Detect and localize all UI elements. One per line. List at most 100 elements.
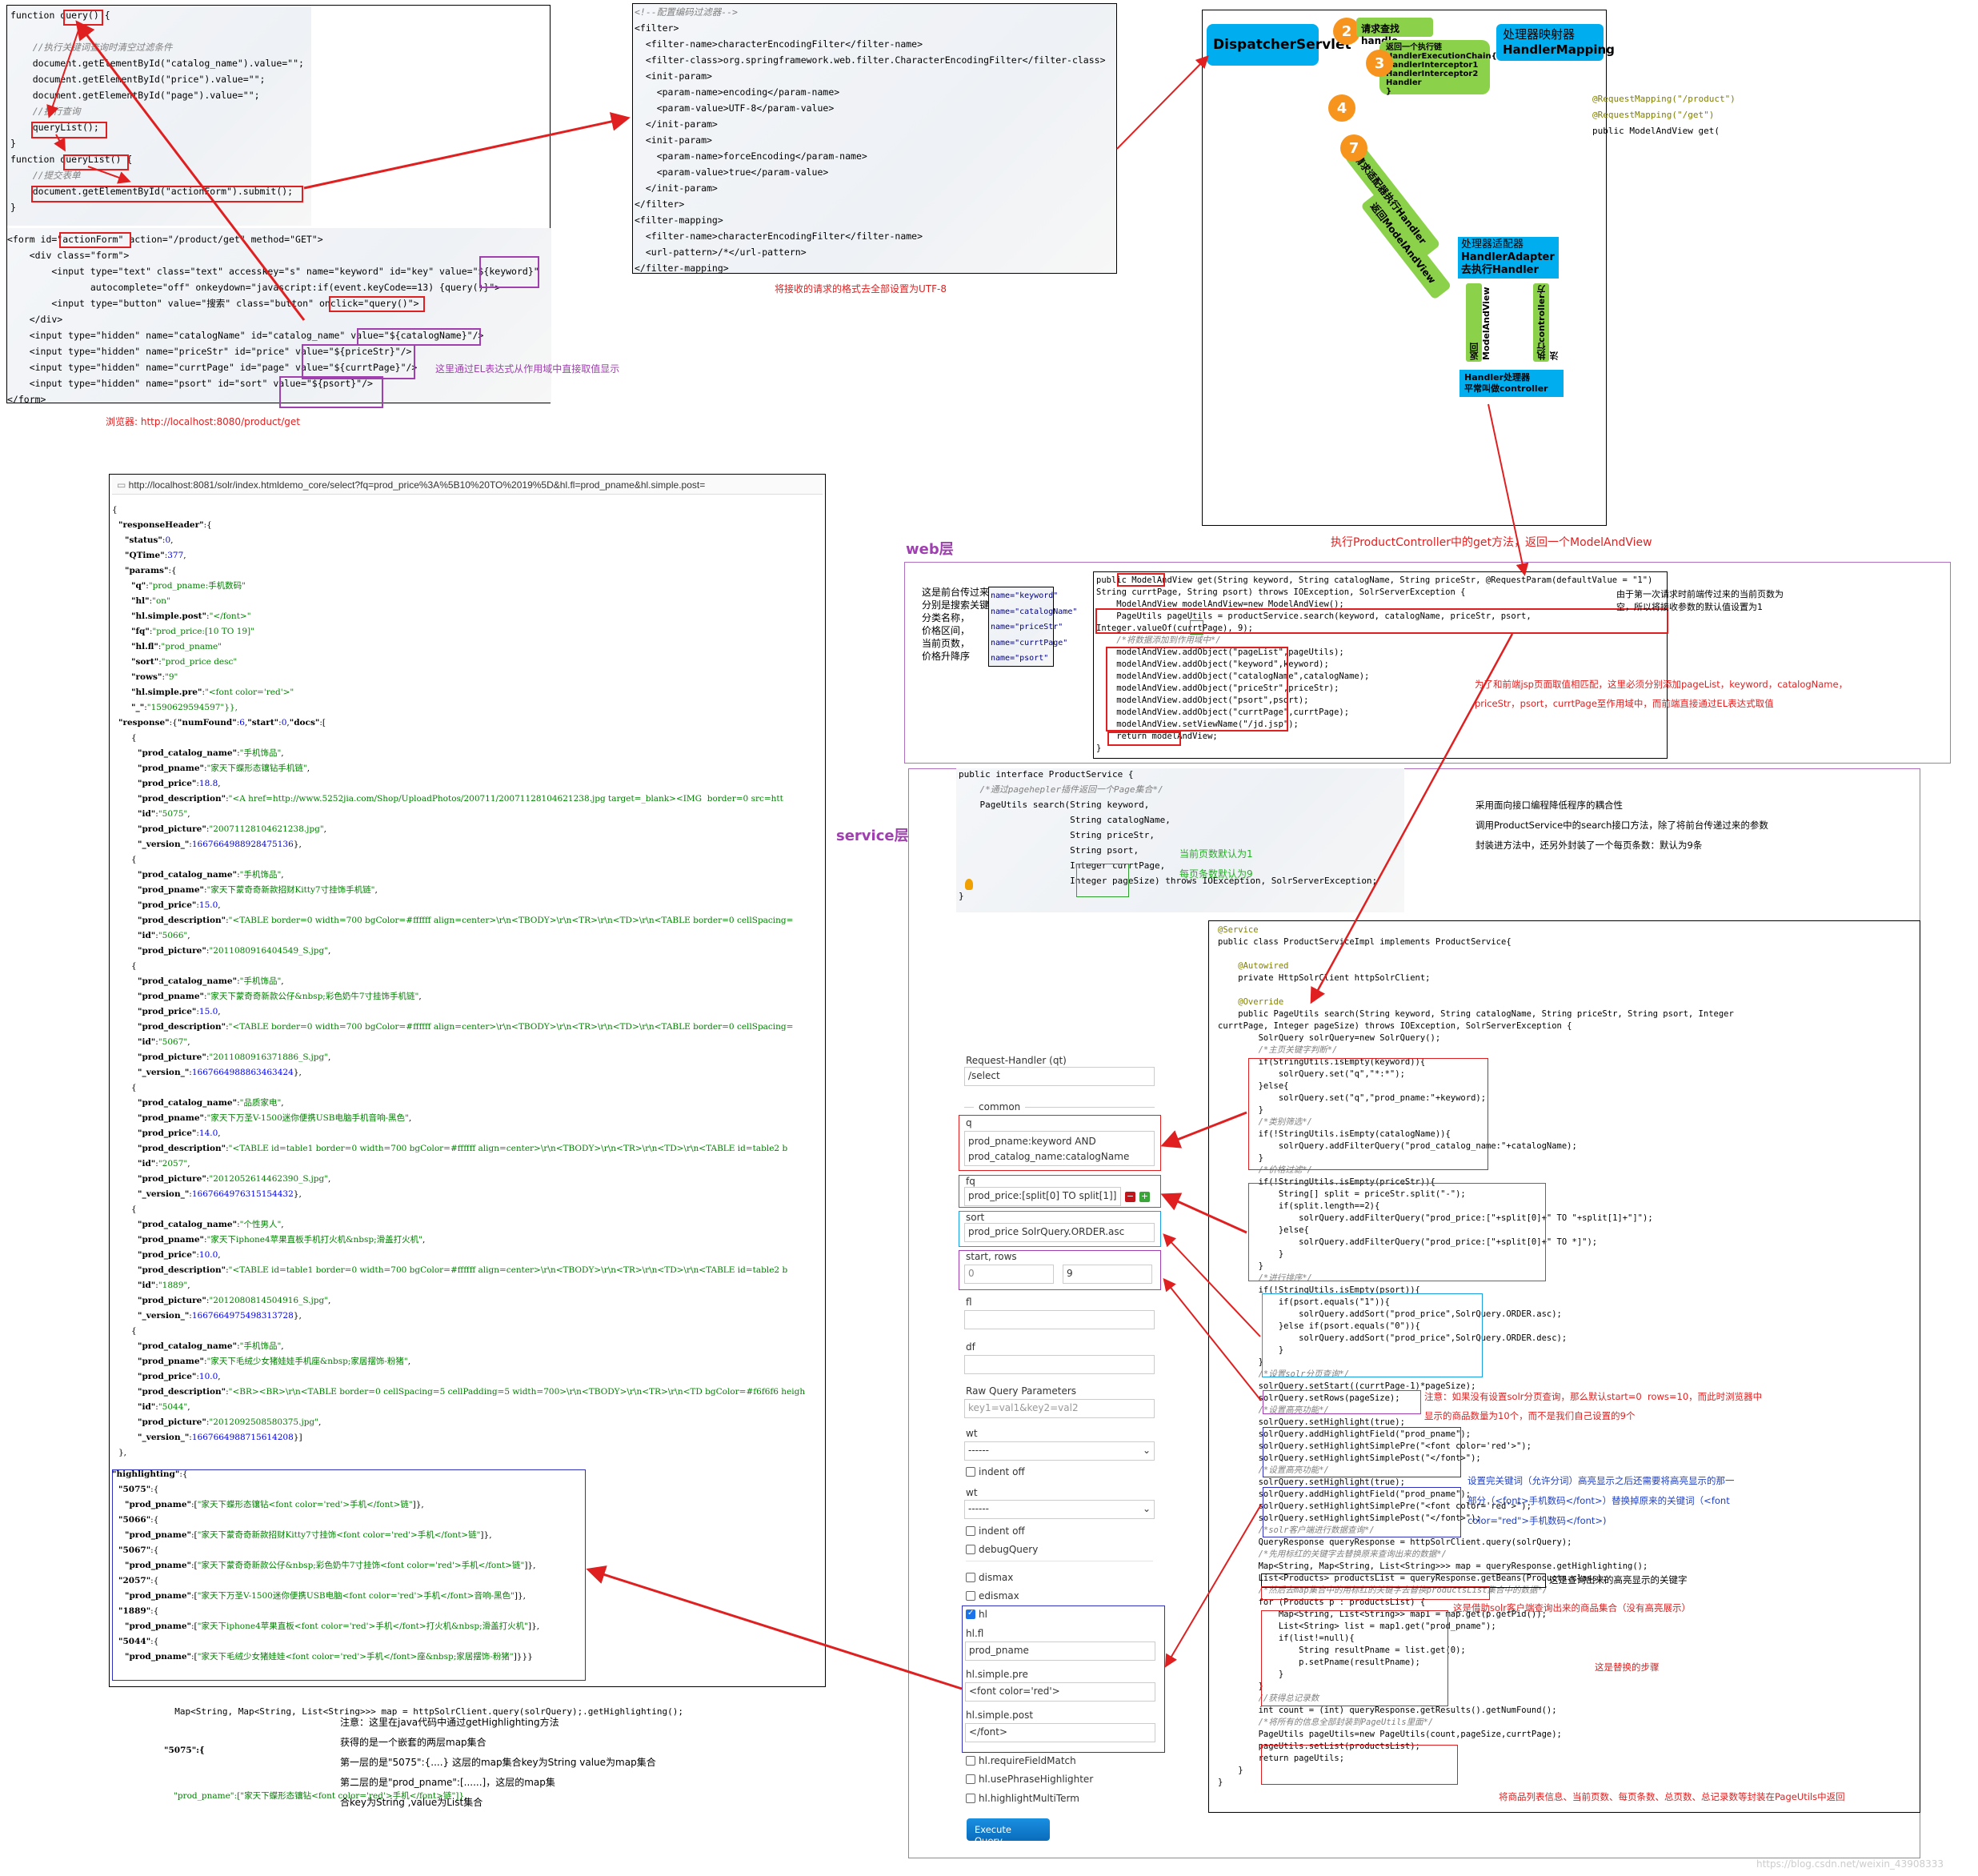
interface-line: } [959,891,964,901]
hl-use-phrase-highlighter-checkbox[interactable]: hl.usePhraseHighlighter [966,1774,1093,1785]
json-doc-field: "prod_price":15.0, [138,900,221,910]
add-fq-button[interactable]: + [1139,1192,1150,1202]
handler-mapping-cn: 处理器映射器 [1503,27,1576,42]
wt-label-2: wt [966,1487,978,1498]
explain-line: 第一层的是"5075":{....} 这层的map集合key为String va… [340,1757,656,1768]
json-doc-field: "prod_pname":"家天下万圣V-1500迷你便携USB电脑手机音响-黑… [138,1113,412,1123]
hl-note-line: 设置完关键词（允许分词）高亮显示之后还需要将高亮显示的那一 [1467,1475,1735,1486]
interface-line: String priceStr, [959,830,1155,840]
js-code-line: function queryList() { [10,154,133,165]
json-doc-field: "_version_":1667664988928475136}, [138,840,302,849]
url-bar[interactable]: ▭ http://localhost:8081/solr/index.htmld… [112,475,823,495]
chain-line: HandlerExecutionChain{ [1386,52,1497,61]
rows-input[interactable]: 9 [1063,1265,1152,1284]
impl-line: @Autowired [1218,961,1289,971]
dismax-label: dismax [979,1572,1014,1583]
impl-line: public class ProductServiceImpl implemen… [1218,937,1512,947]
json-param: "_":"1590629594597"}}, [131,703,238,712]
indent-off-checkbox-2[interactable]: indent off [966,1525,1025,1537]
currtpage-default-note: 当前页数默认为1 [1179,848,1253,860]
edismax-checkbox[interactable]: edismax [966,1590,1019,1601]
hl-checkbox[interactable]: hl [966,1609,987,1620]
page-icon: ▭ [117,479,129,491]
param-name: name="priceStr" [991,623,1063,631]
js-code-line: document.getElementById("page").value=""… [10,90,260,101]
mapping-line: @RequestMapping("/get") [1592,110,1715,120]
indent-off-label-2: indent off [979,1525,1025,1537]
wt-select[interactable]: ------ ⌄ [964,1441,1155,1461]
execute-query-button[interactable]: Execute Query [967,1818,1050,1846]
indent-off-label: indent off [979,1466,1025,1477]
chain-line: HandlerInterceptor2 [1386,70,1479,78]
fl-input[interactable] [964,1310,1155,1329]
wt-select-2[interactable]: ------ ⌄ [964,1500,1155,1519]
hl-require-field-match-checkbox[interactable]: hl.requireFieldMatch [966,1755,1076,1766]
impl-line: PageUtils pageUtils=new PageUtils(count,… [1218,1730,1562,1739]
form-code-line: <input type="text" class="text" accesske… [7,266,539,277]
df-input[interactable] [964,1355,1155,1374]
hl-fl-input[interactable]: prod_pname [965,1642,1155,1661]
json-doc-field: "id":"5044", [138,1402,190,1412]
filter-code-line: </init-param> [635,182,718,194]
highlight-replace-loop [1261,1610,1448,1706]
json-doc-field: "prod_price":15.0, [138,1007,221,1016]
indent-off-checkbox[interactable]: indent off [966,1466,1025,1477]
hl-pre-input[interactable]: <font color='red'> [965,1682,1155,1702]
raw-query-label: Raw Query Parameters [966,1385,1077,1397]
debug-query-checkbox[interactable]: debugQuery [966,1544,1038,1555]
highlight-onclick [329,296,425,312]
q-textarea[interactable]: prod_pname:keyword AND prod_catalog_name… [964,1131,1155,1166]
filter-code-line: <param-value>UTF-8</param-value> [635,102,835,114]
json-doc-field: "prod_price":10.0, [138,1372,221,1381]
request-handler-input[interactable]: /select [964,1067,1155,1086]
form-code-line: <input type="button" value="搜索" class="b… [7,298,419,309]
mapping-line: @RequestMapping("/product") [1592,94,1736,104]
interface-line: public interface ProductService { [959,769,1134,780]
filter-code-line: <param-name>forceEncoding</param-name> [635,150,867,162]
interface-code: public interface ProductService { /*通过pa… [959,767,1377,904]
highlight-hl-settings-1 [1263,1427,1461,1477]
raw-query-input[interactable]: key1=val1&key2=val2 [964,1399,1155,1418]
highlight-integer-params [1076,864,1129,897]
sort-label: sort [966,1212,985,1223]
explain-line: 注意：这里在java代码中通过getHighlighting方法 [340,1717,559,1728]
json-doc-field: "prod_pname":"家天下蝶形态镶钻手机链", [138,764,310,773]
chain-line: HandlerInterceptor1 [1386,61,1479,70]
param-name: name="keyword" [991,591,1059,600]
impl-line: /*主页关键字判断*/ [1218,1045,1338,1055]
hl-require-field-match-label: hl.requireFieldMatch [979,1755,1076,1766]
dismax-checkbox[interactable]: dismax [966,1572,1013,1583]
controller-caption: 执行ProductController中的get方法，返回一个ModelAndV… [1331,536,1652,549]
json-doc-field: "prod_catalog_name":"手机饰品", [138,1341,284,1351]
lightbulb-icon[interactable] [965,879,973,890]
highlighting-box [112,1469,586,1681]
step-3-chain: 返回一个执行链 HandlerExecutionChain{ HandlerInt… [1379,40,1497,96]
hl-highlight-multi-term-checkbox[interactable]: hl.highlightMultiTerm [966,1793,1079,1804]
hl-post-input[interactable]: </font> [965,1723,1155,1742]
filter-code-line: </filter-mapping> [635,263,729,274]
hl-label: hl [979,1609,987,1620]
form-code-line: </div> [7,314,63,325]
highlight-price-filter [1248,1183,1546,1281]
json-doc-field: "_version_":1667664988715614208}] [138,1433,302,1442]
impl-line: int count = (int) queryResponse.getResul… [1218,1706,1557,1715]
fq-input[interactable]: prod_price:[split[0] TO split[1]] [964,1187,1121,1206]
json-doc-field: "id":"1889", [138,1281,190,1290]
common-label: common [979,1101,1021,1112]
json-param: "sort":"prod_price desc" [131,657,238,667]
handler-adapter-node: 处理器适配器 HandlerAdapter 去执行Handler [1458,237,1559,279]
remove-fq-button[interactable]: − [1125,1192,1135,1202]
return-note: 将商品列表信息、当前页数、每页条数、总页数、总记录数等封装在PageUtils中… [1499,1791,1845,1802]
js-code-line: //提交表单 [10,170,81,181]
explain-line: 合key为String ,value为List集合 [340,1797,483,1808]
json-doc-open: { [131,855,137,864]
json-doc-open: { [131,733,137,743]
json-doc-field: "prod_catalog_name":"手机饰品", [138,748,284,758]
start-input[interactable]: 0 [964,1265,1054,1284]
filter-code-line: <init-param> [635,70,712,82]
js-query-panel: function query() { //执行关键词查询时清空过滤条件 docu… [6,5,551,408]
chevron-down-icon: ⌄ [1142,1445,1151,1456]
sort-input[interactable]: prod_price SolrQuery.ORDER.asc [964,1223,1155,1242]
highlight-modelandview-return [1117,573,1165,587]
controller-line: /*将数据添加到作用域中*/ [1096,635,1221,645]
